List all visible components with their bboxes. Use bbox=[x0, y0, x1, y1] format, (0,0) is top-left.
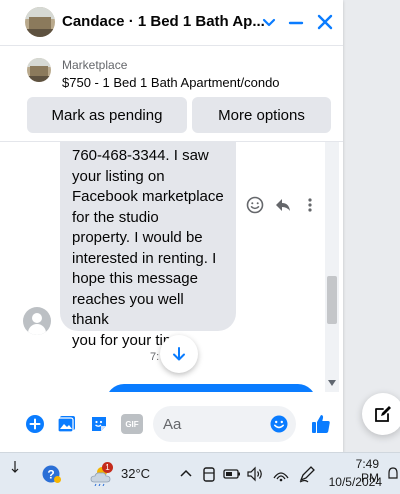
compose-icon bbox=[375, 406, 391, 422]
message-line: 760-468-3344. I saw bbox=[72, 147, 209, 164]
listing-avatar[interactable] bbox=[25, 7, 55, 37]
temperature[interactable]: 32°C bbox=[121, 466, 150, 481]
wifi-icon[interactable] bbox=[271, 464, 291, 484]
notification-icon[interactable] bbox=[386, 464, 400, 484]
message-line: property. I would be bbox=[72, 229, 203, 246]
reply-icon[interactable] bbox=[273, 195, 293, 215]
battery-icon[interactable] bbox=[222, 464, 242, 484]
like-icon[interactable] bbox=[310, 413, 332, 435]
photo-icon[interactable] bbox=[57, 414, 77, 434]
taskbar-chevron-icon[interactable] bbox=[10, 458, 20, 478]
message-line: for the studio bbox=[72, 208, 159, 226]
jump-to-latest-button[interactable] bbox=[160, 335, 198, 373]
scrollbar[interactable] bbox=[325, 142, 339, 392]
react-icon[interactable] bbox=[245, 195, 265, 215]
add-icon[interactable] bbox=[25, 414, 45, 434]
sender-avatar[interactable] bbox=[23, 307, 51, 335]
svg-text:?: ? bbox=[47, 468, 54, 482]
message-line: you for your time. bbox=[72, 331, 188, 349]
message-line: Facebook marketplace bbox=[72, 188, 224, 205]
scroll-down-arrow-icon[interactable] bbox=[328, 380, 336, 386]
message-timestamp: 7: bbox=[150, 351, 160, 363]
message-line: your listing on bbox=[72, 167, 165, 185]
show-hidden-icons-icon[interactable] bbox=[176, 464, 196, 484]
help-icon[interactable]: ? bbox=[42, 464, 62, 484]
listing-title[interactable]: $750 - 1 Bed 1 Bath Apartment/condo bbox=[62, 75, 280, 90]
message-line: reaches you well thank bbox=[72, 290, 184, 329]
volume-icon[interactable] bbox=[245, 464, 265, 484]
mark-as-pending-button[interactable]: Mark as pending bbox=[27, 97, 187, 133]
sticker-icon[interactable] bbox=[89, 414, 109, 434]
gif-label: GIF bbox=[125, 419, 139, 429]
more-options-button[interactable]: More options bbox=[192, 97, 331, 133]
message-line: interested in renting. I bbox=[72, 249, 217, 267]
listing-thumbnail[interactable] bbox=[27, 58, 51, 82]
incoming-message-bubble: 760-468-3344. I saw your listing on Face… bbox=[60, 142, 236, 349]
chat-title[interactable]: Candace · 1 Bed 1 Bath Ap... bbox=[62, 13, 265, 30]
new-message-button[interactable] bbox=[362, 393, 400, 435]
message-input-placeholder: Aa bbox=[163, 416, 182, 433]
close-icon[interactable] bbox=[315, 12, 335, 32]
chevron-down-icon[interactable] bbox=[259, 12, 279, 32]
marketplace-label: Marketplace bbox=[62, 58, 128, 72]
outgoing-message-bubble bbox=[106, 384, 316, 392]
weather-badge: 1 bbox=[102, 462, 113, 473]
minimize-icon[interactable] bbox=[286, 12, 306, 32]
arrow-down-icon bbox=[173, 347, 185, 361]
clock-date[interactable]: 10/5/2024 bbox=[322, 475, 382, 489]
device-icon[interactable] bbox=[199, 464, 219, 484]
pen-icon[interactable] bbox=[297, 464, 317, 484]
message-list[interactable]: 760-468-3344. I saw your listing on Face… bbox=[0, 142, 343, 392]
message-line: hope this message bbox=[72, 270, 198, 287]
gif-icon[interactable]: GIF bbox=[121, 414, 143, 434]
scrollbar-thumb[interactable] bbox=[327, 276, 337, 324]
more-icon[interactable] bbox=[300, 195, 320, 215]
emoji-icon[interactable] bbox=[269, 414, 289, 434]
